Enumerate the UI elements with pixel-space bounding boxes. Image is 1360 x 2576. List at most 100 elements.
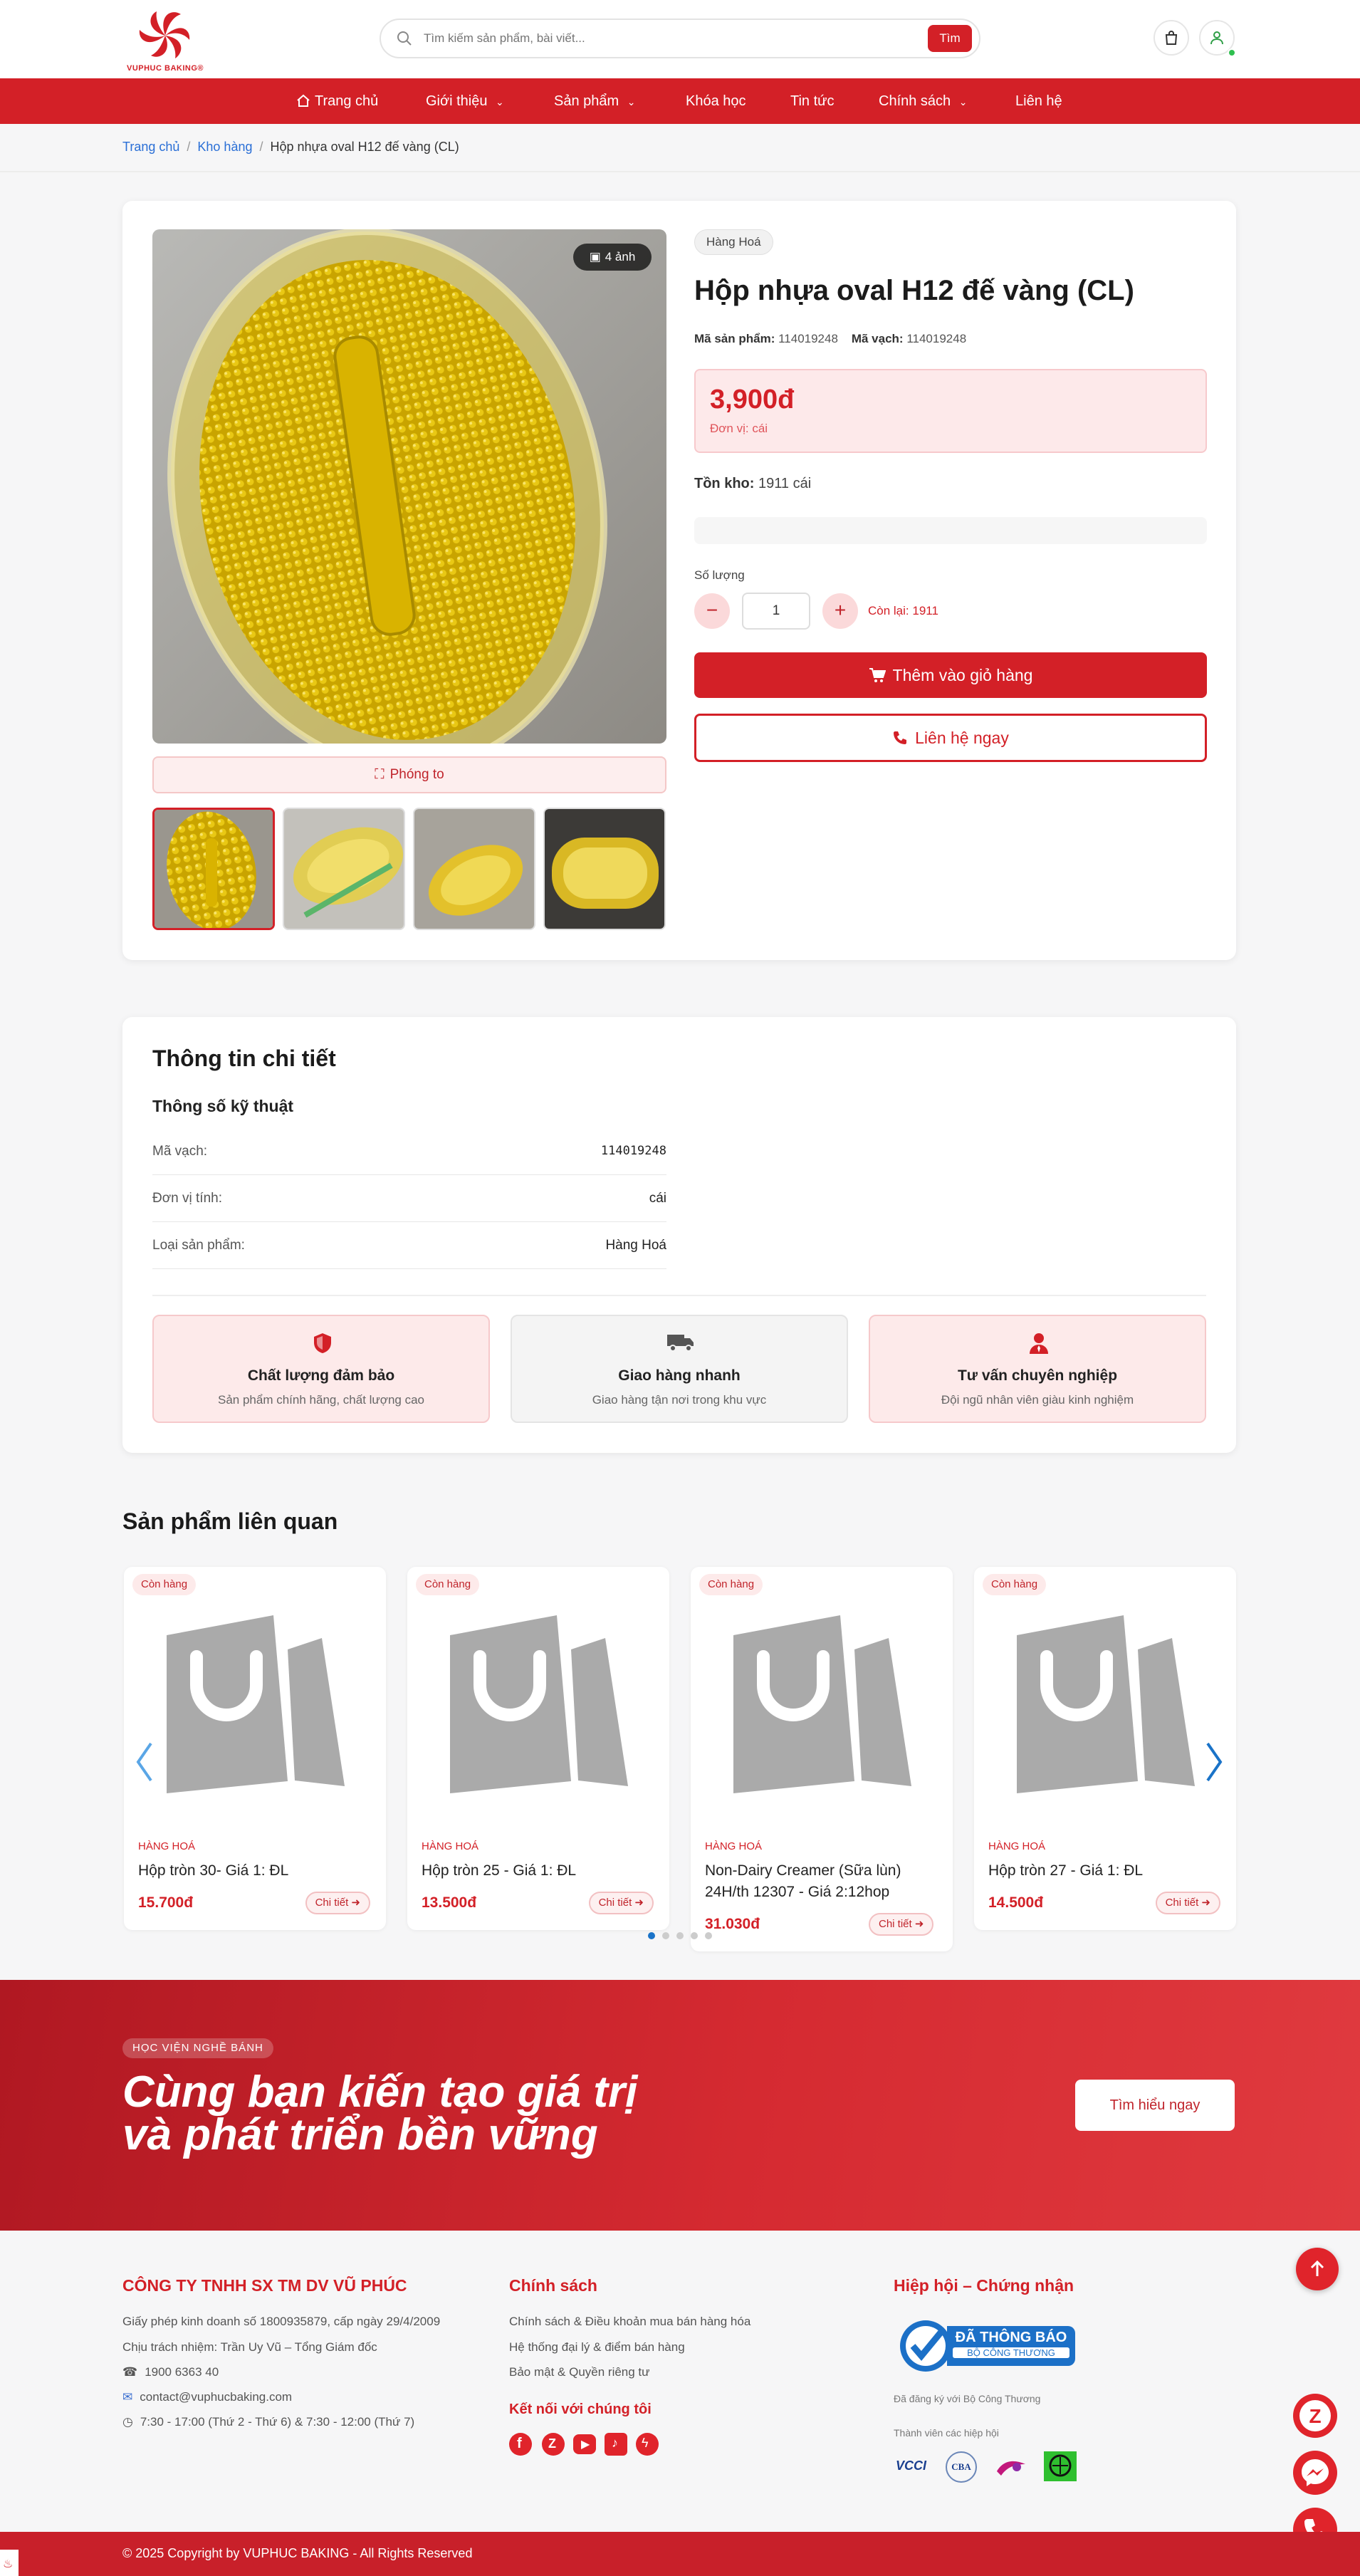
banner-tag: HỌC VIỆN NGHỀ BÁNH — [122, 2038, 273, 2058]
arrow-right-icon: ➜ — [634, 1897, 644, 1909]
messenger-chat-button[interactable] — [1293, 2451, 1337, 2495]
search-button[interactable]: Tìm — [928, 25, 972, 52]
thumbnail-image — [414, 809, 534, 929]
association-logo[interactable] — [1042, 2450, 1078, 2483]
detail-button[interactable]: Chi tiết ➜ — [1155, 1892, 1220, 1914]
phone-icon — [894, 731, 907, 744]
related-product-card[interactable]: Còn hàng HÀNG HOÁ Hộp tròn 30- Giá 1: ĐL… — [124, 1567, 386, 1930]
stock-badge: Còn hàng — [132, 1574, 197, 1595]
registered-text: Đã đăng ký với Bộ Công Thương — [894, 2393, 1041, 2404]
spec-row: Đơn vị tính: cái — [152, 1177, 666, 1222]
quantity-decrease-button[interactable]: − — [694, 593, 730, 629]
scroll-top-button[interactable] — [1296, 2248, 1339, 2290]
search-bar: Tìm — [380, 19, 980, 58]
footer-policy-link[interactable]: Chính sách & Điều khoản mua bán hàng hóa — [509, 2315, 750, 2329]
detail-label: Chi tiết — [879, 1918, 912, 1930]
related-title: Sản phẩm liên quan — [122, 1508, 338, 1534]
product-name[interactable]: Hộp tròn 30- Giá 1: ĐL — [138, 1860, 373, 1882]
related-product-card[interactable]: Còn hàng HÀNG HOÁ Hộp tròn 27 - Giá 1: Đ… — [974, 1567, 1236, 1930]
certification-badge[interactable]: ĐÃ THÔNG BÁO BỘ CÔNG THƯƠNG — [899, 2319, 1084, 2373]
quantity-input[interactable] — [742, 593, 810, 630]
spec-key: Mã vạch: — [152, 1144, 208, 1159]
product-photo — [152, 229, 666, 744]
cert-line-2: BỘ CÔNG THƯƠNG — [953, 2347, 1069, 2358]
divider — [0, 171, 1360, 172]
detail-button[interactable]: Chi tiết ➜ — [305, 1892, 370, 1914]
carousel-dot[interactable] — [691, 1932, 698, 1939]
breadcrumb-separator: / — [259, 140, 263, 154]
carousel-dot[interactable] — [676, 1932, 684, 1939]
nav-item-policy[interactable]: Chính sách ⌄ — [879, 78, 967, 124]
nav-item-courses[interactable]: Khóa học — [686, 78, 746, 124]
footer-policy-link[interactable]: Hệ thống đại lý & điểm bán hàng — [509, 2340, 685, 2355]
product-thumbnail[interactable] — [543, 808, 666, 930]
shopping-bag-placeholder-icon — [1017, 1615, 1195, 1793]
carousel-dot[interactable] — [662, 1932, 669, 1939]
product-category: HÀNG HOÁ — [705, 1840, 763, 1852]
facebook-icon[interactable]: f — [509, 2433, 532, 2456]
cart-icon — [869, 668, 886, 682]
search-input[interactable] — [424, 28, 879, 48]
carousel-prev-icon[interactable] — [134, 1741, 155, 1783]
footer-license: Giấy phép kinh doanh số 1800935879, cấp … — [122, 2315, 441, 2328]
sku-label: Mã sản phẩm: — [694, 332, 775, 345]
cart-button[interactable] — [1154, 20, 1189, 56]
footer-responsible: Chịu trách nhiệm: Trần Uy Vũ – Tổng Giám… — [122, 2340, 377, 2354]
carousel-dot[interactable] — [648, 1932, 655, 1939]
product-name[interactable]: Hộp tròn 27 - Giá 1: ĐL — [988, 1860, 1223, 1882]
product-thumbnail[interactable] — [152, 808, 275, 930]
product-name[interactable]: Non-Dairy Creamer (Sữa lùn) 24H/th 12307… — [705, 1860, 940, 1903]
tiktok-icon[interactable]: ♪ — [605, 2433, 627, 2456]
nav-item-home[interactable]: Trang chủ — [296, 78, 378, 124]
banner-cta-button[interactable]: Tìm hiểu ngay — [1075, 2080, 1235, 2131]
related-product-card[interactable]: Còn hàng HÀNG HOÁ Hộp tròn 25 - Giá 1: Đ… — [407, 1567, 669, 1930]
footer-email[interactable]: ✉ contact@vuphucbaking.com — [122, 2390, 292, 2404]
contact-now-button[interactable]: Liên hệ ngay — [694, 714, 1207, 762]
vcci-logo[interactable]: VCCI — [896, 2451, 930, 2480]
breadcrumb-category[interactable]: Kho hàng — [197, 140, 252, 154]
carousel-next-icon[interactable] — [1203, 1741, 1225, 1783]
detail-button[interactable]: Chi tiết ➜ — [588, 1892, 654, 1914]
spec-value: 114019248 — [600, 1144, 666, 1158]
floating-widget-tab[interactable]: ♨ — [0, 2550, 19, 2576]
arrow-right-icon: ➜ — [914, 1918, 924, 1930]
nav-item-news[interactable]: Tin tức — [790, 78, 835, 124]
shopping-bag-placeholder-icon — [167, 1615, 345, 1793]
product-thumbnail[interactable] — [283, 808, 405, 930]
zoom-button[interactable]: ⛶ Phóng to — [152, 756, 666, 793]
nav-label: Trang chủ — [315, 93, 379, 109]
feature-desc: Sản phẩm chính hãng, chất lượng cao — [218, 1393, 424, 1407]
footer-phone[interactable]: ☎ 1900 6363 40 — [122, 2365, 219, 2379]
detail-label: Chi tiết — [315, 1897, 349, 1909]
detail-button[interactable]: Chi tiết ➜ — [869, 1913, 934, 1936]
spec-value: cái — [649, 1191, 666, 1206]
zalo-chat-button[interactable]: Z — [1293, 2394, 1337, 2438]
breadcrumb-separator: / — [187, 140, 191, 154]
product-main-image[interactable] — [152, 229, 666, 744]
product-thumbnail[interactable] — [413, 808, 535, 930]
breadcrumb-home[interactable]: Trang chủ — [122, 140, 179, 154]
product-price: 3,900đ — [710, 385, 795, 414]
site-logo[interactable]: VUPHUC BAKING® — [122, 7, 208, 73]
nav-item-products[interactable]: Sản phẩm ⌄ — [554, 78, 635, 124]
youtube-icon[interactable]: ▶ — [573, 2434, 596, 2454]
messenger-icon[interactable]: ϟ — [636, 2433, 659, 2456]
nav-item-about[interactable]: Giới thiệu ⌄ — [426, 78, 504, 124]
home-icon — [297, 94, 310, 107]
association-logo[interactable] — [995, 2457, 1027, 2478]
zalo-icon[interactable]: Z — [542, 2433, 565, 2456]
nav-label: Chính sách — [879, 93, 951, 109]
price-box: 3,900đ Đơn vị: cái — [694, 369, 1207, 453]
sku-value: 114019248 — [778, 332, 838, 345]
thumbnail-image — [545, 809, 664, 929]
related-product-card[interactable]: Còn hàng HÀNG HOÁ Non-Dairy Creamer (Sữa… — [691, 1567, 953, 1951]
chevron-down-icon: ⌄ — [496, 96, 504, 108]
product-name[interactable]: Hộp tròn 25 - Giá 1: ĐL — [422, 1860, 657, 1882]
svg-text:Z: Z — [1309, 2405, 1321, 2427]
cba-logo[interactable]: CBA — [946, 2451, 977, 2483]
add-to-cart-button[interactable]: Thêm vào giỏ hàng — [694, 652, 1207, 698]
nav-item-contact[interactable]: Liên hệ — [1015, 78, 1062, 124]
carousel-dot[interactable] — [705, 1932, 712, 1939]
footer-policy-link[interactable]: Bảo mật & Quyền riêng tư — [509, 2365, 650, 2379]
quantity-increase-button[interactable]: + — [822, 593, 858, 629]
